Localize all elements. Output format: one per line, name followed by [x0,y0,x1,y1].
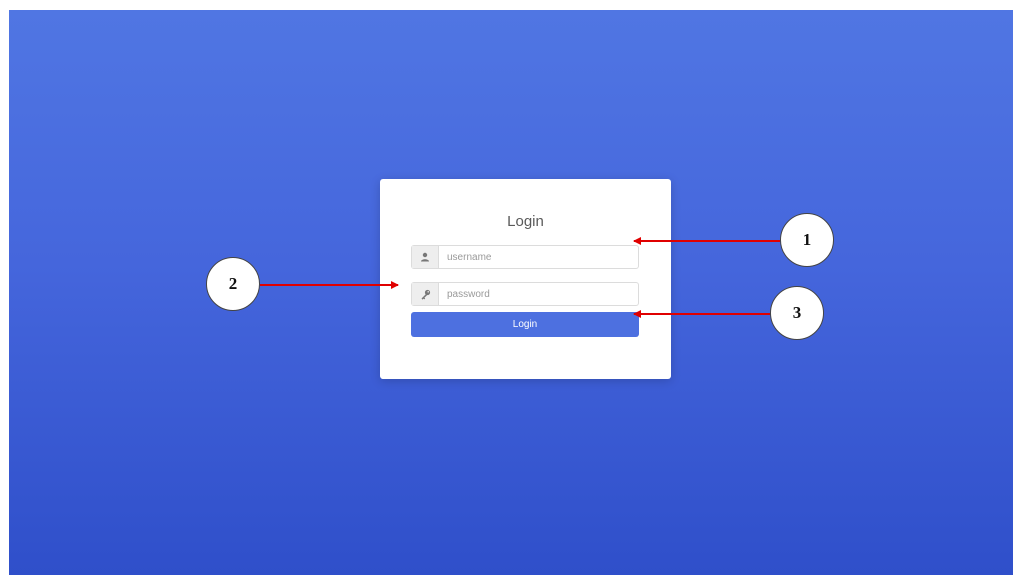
username-field[interactable] [411,245,639,269]
page-background: Login Login [9,10,1013,575]
login-card: Login Login [380,179,671,379]
password-field[interactable] [411,282,639,306]
username-input[interactable] [439,246,638,268]
annotation-callout-3: 3 [770,286,824,340]
annotation-callout-2: 2 [206,257,260,311]
annotation-callout-1: 1 [780,213,834,267]
login-title: Login [507,213,544,230]
key-icon [412,283,439,305]
user-icon [412,246,439,268]
password-input[interactable] [439,283,638,305]
login-button[interactable]: Login [411,312,639,337]
